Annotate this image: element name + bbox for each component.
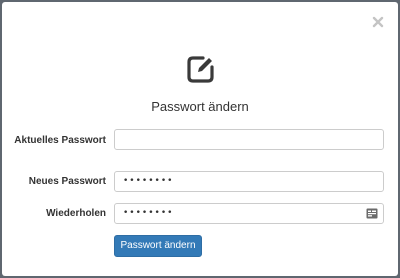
close-icon[interactable] [371,15,385,29]
password-manager-icon[interactable] [366,208,378,219]
edit-icon [186,54,216,84]
dialog-title: Passwort ändern [151,99,249,114]
change-password-dialog: Passwort ändern Aktuelles Passwort Neues… [2,2,398,276]
repeat-password-label: Wiederholen [46,208,106,219]
current-password-label: Aktuelles Passwort [14,135,106,146]
repeat-password-field[interactable]: •••••••• [123,208,173,218]
new-password-label: Neues Passwort [28,176,106,187]
repeat-password-field-wrapper[interactable]: •••••••• [114,203,384,224]
new-password-field[interactable]: •••••••• [114,171,384,192]
current-password-field[interactable] [114,129,384,150]
change-password-button[interactable]: Passwort ändern [114,235,202,257]
